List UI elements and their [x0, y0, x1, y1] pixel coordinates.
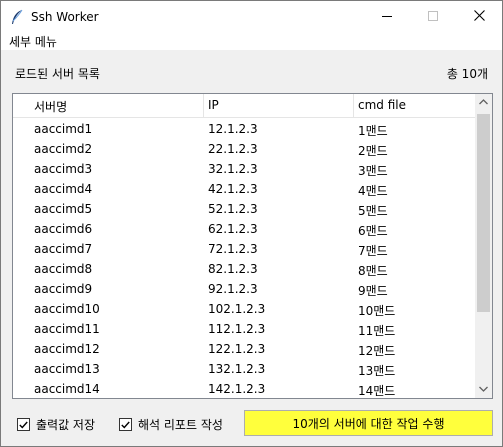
cell-cmd-file: 14맨드 — [358, 384, 396, 398]
cell-ip: 62.1.2.3 — [208, 222, 258, 236]
table-row[interactable]: aaccimd13 132.1.2.3 13맨드 — [13, 359, 475, 379]
table-row[interactable]: aaccimd6 62.1.2.3 6맨드 — [13, 219, 475, 239]
maximize-icon — [428, 10, 438, 24]
table-header: 서버명 IP cmd file — [13, 94, 475, 118]
vertical-scrollbar[interactable] — [475, 94, 492, 398]
cell-cmd-file: 1맨드 — [358, 124, 388, 138]
checkbox-box[interactable] — [17, 418, 30, 431]
chevron-up-icon — [479, 98, 488, 108]
cell-ip: 72.1.2.3 — [208, 242, 258, 256]
cell-cmd-file: 10맨드 — [358, 304, 396, 318]
cell-cmd-file: 9맨드 — [358, 284, 388, 298]
check-icon — [121, 418, 130, 432]
cell-cmd-file: 11맨드 — [358, 324, 396, 338]
cell-cmd-file: 2맨드 — [358, 144, 388, 158]
column-divider[interactable] — [353, 94, 354, 118]
scroll-up-button[interactable] — [475, 94, 492, 111]
table-row[interactable]: aaccimd4 42.1.2.3 4맨드 — [13, 179, 475, 199]
cell-server-name: aaccimd13 — [34, 362, 100, 376]
table-row[interactable]: aaccimd5 52.1.2.3 5맨드 — [13, 199, 475, 219]
close-icon — [473, 9, 485, 24]
maximize-button[interactable] — [410, 1, 456, 32]
cell-ip: 142.1.2.3 — [208, 382, 266, 396]
cell-cmd-file: 6맨드 — [358, 224, 388, 238]
cell-cmd-file: 4맨드 — [358, 184, 388, 198]
app-window: Ssh Worker 세부 메뉴 로드된 서버 목록 총 10개 서버명 IP … — [0, 0, 503, 447]
cell-server-name: aaccimd12 — [34, 342, 100, 356]
cell-ip: 92.1.2.3 — [208, 282, 258, 296]
report-label: 해석 리포트 작성 — [138, 418, 223, 432]
table-row[interactable]: aaccimd14 142.1.2.3 14맨드 — [13, 379, 475, 399]
cell-server-name: aaccimd6 — [34, 222, 93, 236]
window-title: Ssh Worker — [31, 9, 99, 24]
column-divider[interactable] — [203, 94, 204, 118]
table-row[interactable]: aaccimd12 122.1.2.3 12맨드 — [13, 339, 475, 359]
cell-ip: 42.1.2.3 — [208, 182, 258, 196]
cell-server-name: aaccimd1 — [34, 122, 93, 136]
cell-cmd-file: 7맨드 — [358, 244, 388, 258]
save-output-checkbox[interactable]: 출력값 저장 — [17, 416, 95, 433]
cell-cmd-file: 5맨드 — [358, 204, 388, 218]
table-row[interactable]: aaccimd10 102.1.2.3 10맨드 — [13, 299, 475, 319]
menu-bar: 세부 메뉴 — [1, 32, 502, 50]
cell-server-name: aaccimd5 — [34, 202, 93, 216]
title-bar[interactable]: Ssh Worker — [1, 1, 502, 32]
footer-bar: 출력값 저장 해석 리포트 작성 10개의 서버에 대한 작업 수행 — [1, 406, 502, 442]
cell-ip: 132.1.2.3 — [208, 362, 266, 376]
scrollbar-thumb[interactable] — [477, 114, 490, 312]
cell-ip: 122.1.2.3 — [208, 342, 266, 356]
run-task-button[interactable]: 10개의 서버에 대한 작업 수행 — [244, 410, 493, 436]
checkbox-box[interactable] — [119, 418, 132, 431]
cell-ip: 102.1.2.3 — [208, 302, 266, 316]
column-header-ip[interactable]: IP — [208, 98, 219, 112]
cell-cmd-file: 8맨드 — [358, 264, 388, 278]
server-count-label: 총 10개 — [446, 67, 488, 81]
report-checkbox[interactable]: 해석 리포트 작성 — [119, 416, 223, 433]
cell-ip: 82.1.2.3 — [208, 262, 258, 276]
table-row[interactable]: aaccimd11 112.1.2.3 11맨드 — [13, 319, 475, 339]
cell-server-name: aaccimd9 — [34, 282, 93, 296]
minimize-icon — [382, 10, 392, 24]
cell-server-name: aaccimd11 — [34, 322, 100, 336]
server-table[interactable]: 서버명 IP cmd file aaccimd1 12.1.2.3 1맨드 aacc… — [12, 93, 493, 399]
close-button[interactable] — [456, 1, 502, 32]
cell-ip: 12.1.2.3 — [208, 122, 258, 136]
feather-icon — [5, 1, 29, 32]
table-row[interactable]: aaccimd2 22.1.2.3 2맨드 — [13, 139, 475, 159]
cell-cmd-file: 13맨드 — [358, 364, 396, 378]
cell-server-name: aaccimd4 — [34, 182, 93, 196]
table-row[interactable]: aaccimd7 72.1.2.3 7맨드 — [13, 239, 475, 259]
table-row[interactable]: aaccimd3 32.1.2.3 3맨드 — [13, 159, 475, 179]
table-row[interactable]: aaccimd8 82.1.2.3 8맨드 — [13, 259, 475, 279]
table-body: aaccimd1 12.1.2.3 1맨드 aaccimd2 22.1.2.3 2맨드 … — [13, 119, 475, 399]
cell-server-name: aaccimd3 — [34, 162, 93, 176]
cell-server-name: aaccimd7 — [34, 242, 93, 256]
minimize-button[interactable] — [364, 1, 410, 32]
cell-cmd-file: 12맨드 — [358, 344, 396, 358]
table-row[interactable]: aaccimd9 92.1.2.3 9맨드 — [13, 279, 475, 299]
cell-server-name: aaccimd8 — [34, 262, 93, 276]
cell-server-name: aaccimd2 — [34, 142, 93, 156]
save-output-label: 출력값 저장 — [36, 418, 96, 432]
check-icon — [19, 418, 28, 432]
column-header-server-name[interactable]: 서버명 — [34, 98, 67, 115]
column-header-cmd-file[interactable]: cmd file — [358, 98, 406, 112]
cell-ip: 32.1.2.3 — [208, 162, 258, 176]
cell-server-name: aaccimd14 — [34, 382, 100, 396]
cell-cmd-file: 3맨드 — [358, 164, 388, 178]
scroll-down-button[interactable] — [475, 381, 492, 398]
cell-ip: 112.1.2.3 — [208, 322, 266, 336]
server-list-label: 로드된 서버 목록 — [15, 67, 100, 81]
cell-ip: 52.1.2.3 — [208, 202, 258, 216]
cell-ip: 22.1.2.3 — [208, 142, 258, 156]
chevron-down-icon — [479, 385, 488, 395]
menu-detail[interactable]: 세부 메뉴 — [9, 33, 57, 50]
cell-server-name: aaccimd10 — [34, 302, 100, 316]
table-row[interactable]: aaccimd1 12.1.2.3 1맨드 — [13, 119, 475, 139]
